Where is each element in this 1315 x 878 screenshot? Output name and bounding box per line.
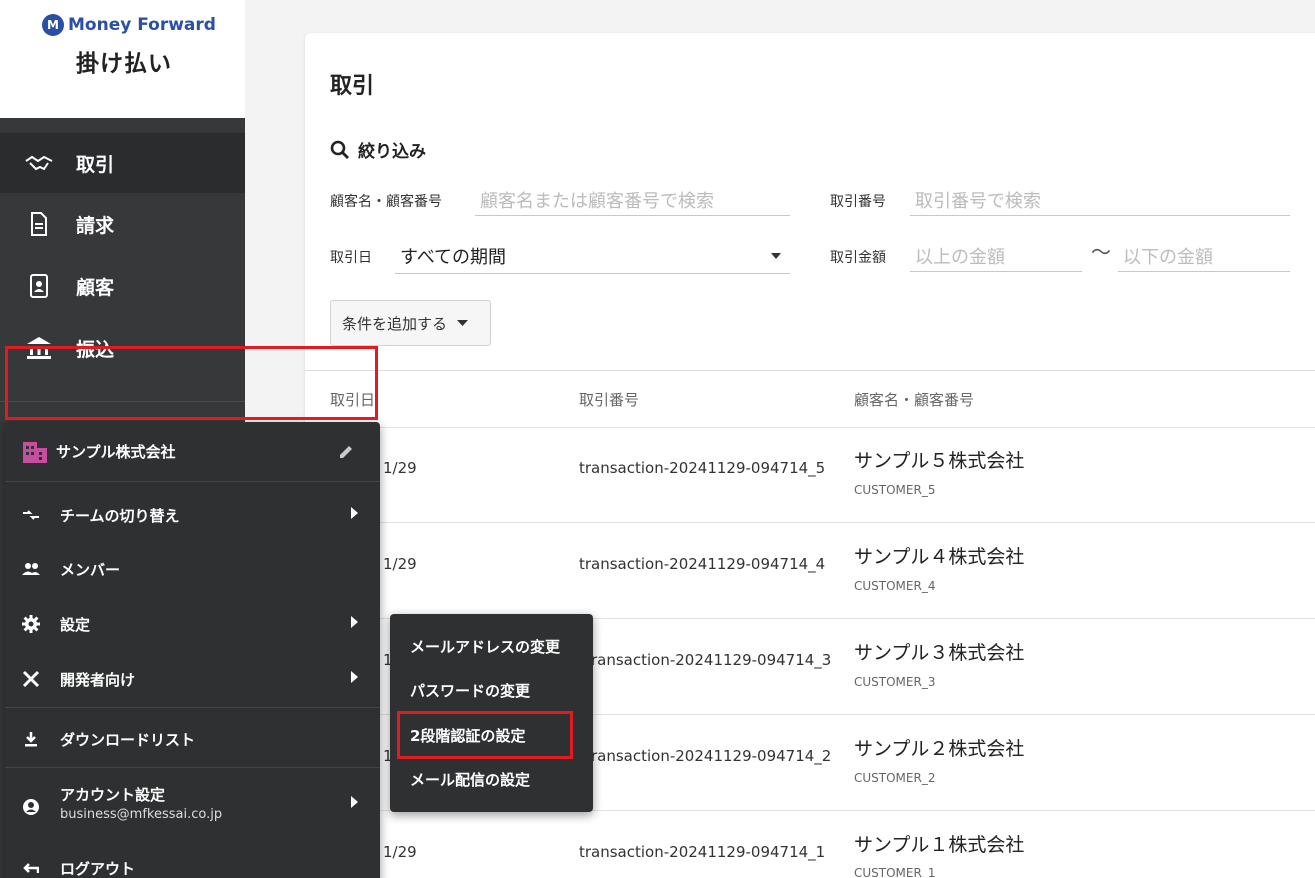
swap-icon [21,505,41,525]
menu-item-label: 開発者向け [60,670,136,689]
cell-customer-name[interactable]: サンプル１株式会社 [854,830,1024,857]
menu-item-label: ログアウト [60,859,136,878]
menu-item-download-list[interactable]: ダウンロードリスト [5,713,380,765]
sidebar-item-label: 顧客 [76,276,115,299]
brand-curve [0,80,245,107]
cell-customer-code: CUSTOMER_5 [854,483,936,497]
cell-date: 1/29 [383,555,417,573]
sidebar-item-invoices[interactable]: 請求 [0,193,245,255]
company-name: サンプル株式会社 [56,443,176,461]
sidebar-item-customers[interactable]: 顧客 [0,255,245,317]
menu-item-label: メンバー [60,560,121,579]
date-range-value: すべての期間 [400,246,507,268]
brand-logo[interactable]: M Money Forward [42,14,216,36]
menu-item-switch-team[interactable]: チームの切り替え [5,489,380,541]
pencil-icon[interactable] [338,444,354,460]
document-icon [24,212,54,236]
amount-label: 取引金額 [830,250,886,266]
page-title: 取引 [330,74,375,99]
chevron-down-icon [457,319,469,326]
cell-transaction-number[interactable]: transaction-20241129-094714_5 [579,459,825,477]
amount-max-input[interactable]: 以下の金額 [1118,240,1290,272]
account-circle-icon [21,797,41,817]
logout-icon [21,858,41,878]
txno-label: 取引番号 [830,194,886,210]
menu-item-logout[interactable]: ログアウト [5,842,380,878]
chevron-right-icon [351,616,358,628]
menu-divider [5,767,380,768]
account-menu: サンプル株式会社 チームの切り替え メンバー 設定 開発者向け ダウンロードリス… [5,422,380,878]
menu-item-label: チームの切り替え [60,506,180,525]
menu-item-label: 設定 [60,615,91,634]
cell-transaction-number[interactable]: ransaction-20241129-094714_3 [591,651,831,669]
cell-transaction-number[interactable]: ransaction-20241129-094714_2 [591,747,831,765]
filter-title: 絞り込み [358,142,426,162]
txno-search-input[interactable]: 取引番号で検索 [910,184,1290,216]
amount-separator: 〜 [1091,240,1111,264]
two-factor-highlight [397,711,573,759]
account-settings-highlight [5,346,378,420]
menu-item-account-settings[interactable]: アカウント設定 [5,778,380,830]
add-condition-label: 条件を追加する [342,314,448,333]
tools-icon [21,669,41,689]
menu-item-label: アカウント設定 [60,786,166,804]
column-header-txno: 取引番号 [579,391,640,409]
amount-min-input[interactable]: 以上の金額 [910,240,1082,272]
submenu-item-email-delivery[interactable]: メール配信の設定 [410,769,530,790]
sidebar-item-label: 取引 [76,153,115,176]
customer-search-input[interactable]: 顧客名または顧客番号で検索 [475,184,790,216]
menu-item-developers[interactable]: 開発者向け [5,653,380,705]
cell-transaction-number[interactable]: transaction-20241129-094714_4 [579,555,825,573]
cell-transaction-number[interactable]: transaction-20241129-094714_1 [579,843,825,861]
filter-heading: 絞り込み [330,137,426,162]
download-icon [21,729,41,749]
handshake-icon [24,151,54,175]
gear-icon [21,614,41,634]
cell-customer-code: CUSTOMER_2 [854,771,936,785]
date-range-select[interactable]: すべての期間 [395,238,790,274]
table-row-divider [305,522,1315,523]
cell-date: 1/29 [383,843,417,861]
cell-customer-name[interactable]: サンプル４株式会社 [854,542,1024,569]
date-label: 取引日 [330,250,372,266]
cell-customer-name[interactable]: サンプル３株式会社 [854,638,1024,665]
cell-customer-code: CUSTOMER_4 [854,579,936,593]
table-top-border [305,370,1315,371]
menu-item-settings[interactable]: 設定 [5,598,380,650]
cell-date: 1/29 [383,459,417,477]
cell-customer-name[interactable]: サンプル５株式会社 [854,446,1024,473]
chevron-right-icon [351,507,358,519]
table-row-divider [305,427,1315,428]
money-forward-logo-icon: M [42,14,64,36]
menu-item-members[interactable]: メンバー [5,543,380,595]
cell-customer-code: CUSTOMER_1 [854,866,936,878]
column-header-customer: 顧客名・顧客番号 [854,391,975,409]
submenu-item-change-password[interactable]: パスワードの変更 [410,680,530,701]
menu-item-label: ダウンロードリスト [60,730,196,749]
customer-label: 顧客名・顧客番号 [330,194,442,210]
sidebar-item-transactions[interactable]: 取引 [0,133,245,193]
chevron-right-icon [351,671,358,683]
menu-divider [5,707,380,708]
sidebar-item-label: 請求 [76,214,115,237]
contact-card-icon [24,274,54,298]
cell-customer-code: CUSTOMER_3 [854,675,936,689]
brand-name: Money Forward [68,15,216,35]
submenu-item-change-email[interactable]: メールアドレスの変更 [410,636,560,657]
people-icon [21,559,41,579]
menu-company-header: サンプル株式会社 [5,422,380,482]
sidebar-nav: 取引 請求 顧客 振込 [0,133,245,379]
cell-customer-name[interactable]: サンプル２株式会社 [854,734,1024,761]
building-icon [23,441,47,463]
add-condition-button[interactable]: 条件を追加する [330,300,491,346]
product-name: 掛け払い [76,51,172,77]
chevron-down-icon [771,252,781,259]
search-icon [330,140,349,159]
chevron-right-icon [351,796,358,808]
account-email: business@mfkessai.co.jp [60,807,223,822]
